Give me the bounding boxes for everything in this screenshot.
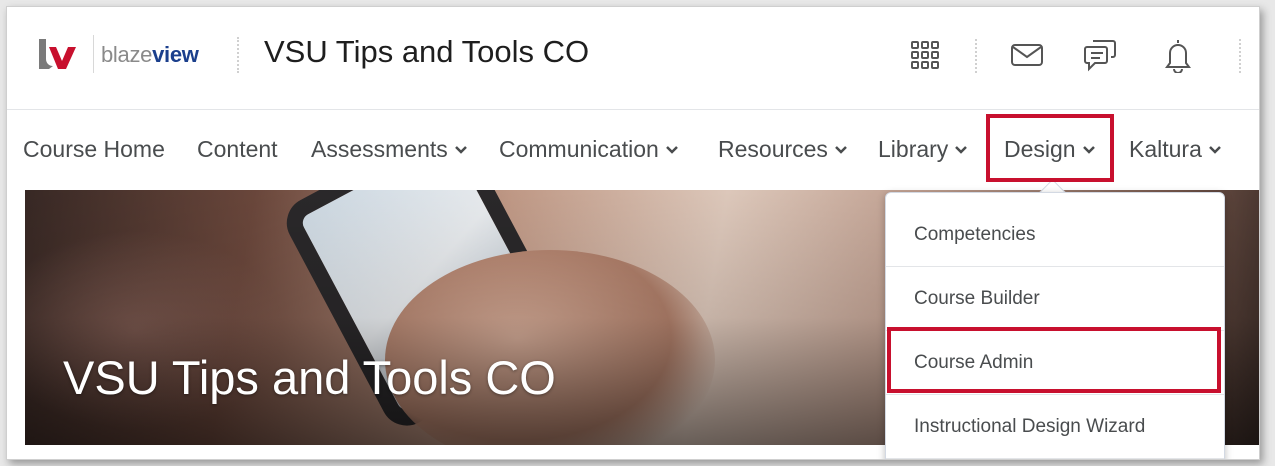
nav-label: Content: [197, 136, 278, 162]
menu-item-label: Course Builder: [914, 287, 1040, 309]
title-divider: [237, 37, 239, 73]
chevron-down-icon: [665, 145, 678, 154]
mail-icon[interactable]: [1009, 37, 1045, 73]
chevron-down-icon: [835, 145, 847, 154]
bell-icon[interactable]: [1160, 37, 1196, 73]
chevron-down-icon: [1208, 145, 1221, 154]
chevron-down-icon: [454, 145, 467, 154]
banner-title: VSU Tips and Tools CO: [63, 351, 556, 404]
nav-resources[interactable]: Resources: [718, 136, 848, 163]
grid-icon[interactable]: [907, 37, 943, 73]
course-title[interactable]: VSU Tips and Tools CO: [264, 34, 589, 70]
nav-label: Communication: [499, 136, 659, 162]
bv-logo-icon[interactable]: [37, 37, 85, 71]
chat-icon[interactable]: [1082, 37, 1118, 73]
brand-light: blaze: [101, 42, 153, 67]
toolbar-separator: [975, 39, 977, 73]
toolbar-separator: [1239, 39, 1241, 73]
logo-divider: [93, 35, 94, 73]
nav-label: Resources: [718, 136, 828, 162]
design-highlight-box: [986, 114, 1114, 182]
chevron-down-icon: [955, 145, 968, 154]
menu-item-instructional-design-wizard[interactable]: Instructional Design Wizard: [886, 395, 1224, 459]
menu-item-course-builder[interactable]: Course Builder: [886, 267, 1224, 331]
menu-item-label: Instructional Design Wizard: [914, 415, 1146, 437]
nav-course-home[interactable]: Course Home: [23, 136, 165, 163]
top-header: blazeview VSU Tips and Tools CO: [7, 7, 1259, 110]
nav-label: Assessments: [311, 136, 448, 162]
nav-label: Library: [878, 136, 949, 162]
brand-logo-text[interactable]: blazeview: [101, 42, 199, 68]
nav-assessments[interactable]: Assessments: [311, 136, 468, 163]
course-admin-highlight-box: [887, 327, 1221, 393]
menu-item-label: Competencies: [914, 223, 1036, 245]
brand-bold: view: [152, 42, 199, 67]
nav-label: Kaltura: [1129, 136, 1202, 162]
nav-kaltura[interactable]: Kaltura: [1129, 136, 1222, 163]
browser-frame: blazeview VSU Tips and Tools CO Course H…: [6, 6, 1260, 460]
design-dropdown-menu: Competencies Course Builder Course Admin…: [885, 192, 1225, 459]
nav-label: Course Home: [23, 136, 165, 162]
nav-content[interactable]: Content: [197, 136, 278, 163]
nav-communication[interactable]: Communication: [499, 136, 679, 163]
menu-item-competencies[interactable]: Competencies: [886, 203, 1224, 267]
nav-library[interactable]: Library: [878, 136, 968, 163]
